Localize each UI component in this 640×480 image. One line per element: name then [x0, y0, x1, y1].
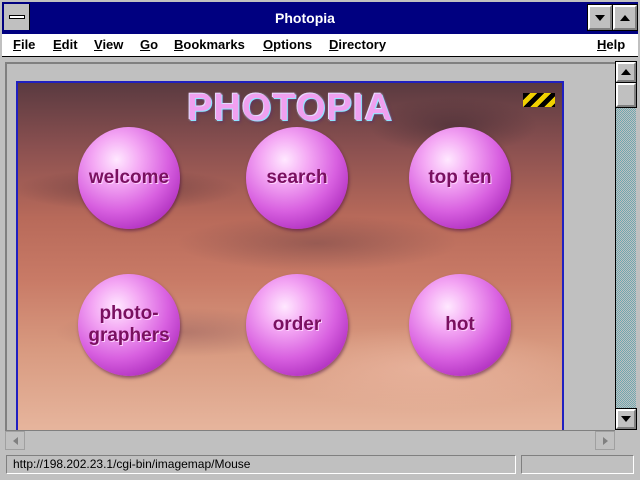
status-url: http://198.202.23.1/cgi-bin/imagemap/Mou…: [6, 455, 516, 474]
status-bar: http://198.202.23.1/cgi-bin/imagemap/Mou…: [2, 452, 638, 478]
minimize-icon: [595, 14, 605, 21]
menu-bookmarks[interactable]: Bookmarks: [174, 37, 245, 52]
order-button[interactable]: order: [246, 274, 348, 376]
page-viewport: PHOTOPIA welcome search top ten photo- g…: [5, 62, 615, 430]
minimize-button[interactable]: [587, 4, 613, 31]
menu-file[interactable]: File: [13, 37, 35, 52]
vertical-scrollbar[interactable]: [615, 61, 637, 430]
maximize-button[interactable]: [612, 4, 638, 31]
menu-go[interactable]: Go: [140, 37, 158, 52]
hot-button[interactable]: hot: [409, 274, 511, 376]
menu-edit[interactable]: Edit: [53, 37, 78, 52]
scrollbar-corner: [615, 430, 636, 450]
search-label: search: [266, 167, 328, 188]
menu-help[interactable]: Help: [597, 37, 625, 52]
scroll-left-button[interactable]: [5, 431, 25, 450]
content-frame: PHOTOPIA welcome search top ten photo- g…: [2, 57, 638, 452]
menu-view[interactable]: View: [94, 37, 123, 52]
window-title: Photopia: [275, 10, 335, 26]
progress-indicator: [521, 455, 634, 474]
order-label: order: [272, 314, 322, 335]
top-ten-label: top ten: [428, 167, 492, 188]
top-ten-button[interactable]: top ten: [409, 127, 511, 229]
welcome-button[interactable]: welcome: [78, 127, 180, 229]
scroll-right-icon: [602, 436, 608, 445]
scroll-up-button[interactable]: [615, 61, 637, 83]
photopia-imagemap[interactable]: PHOTOPIA welcome search top ten photo- g…: [16, 81, 564, 430]
title-bar: Photopia: [0, 0, 640, 34]
maximize-icon: [620, 14, 630, 21]
search-button[interactable]: search: [246, 127, 348, 229]
hot-label: hot: [445, 314, 475, 335]
hazard-stripe-icon: [523, 93, 555, 107]
scroll-down-button[interactable]: [615, 408, 637, 430]
menu-bar: File Edit View Go Bookmarks Options Dire…: [2, 34, 638, 57]
scroll-right-button[interactable]: [595, 431, 615, 450]
scroll-up-icon: [621, 69, 631, 75]
vertical-scroll-thumb[interactable]: [615, 82, 637, 108]
menu-options[interactable]: Options: [263, 37, 312, 52]
horizontal-scrollbar[interactable]: [5, 430, 615, 450]
menu-directory[interactable]: Directory: [329, 37, 386, 52]
photographers-label: photo- graphers: [88, 303, 170, 346]
photopia-logo: PHOTOPIA: [187, 87, 393, 129]
system-menu-icon[interactable]: [4, 4, 30, 30]
scroll-left-icon: [12, 436, 18, 445]
welcome-label: welcome: [88, 167, 170, 188]
photographers-button[interactable]: photo- graphers: [78, 274, 180, 376]
scroll-down-icon: [621, 416, 631, 422]
